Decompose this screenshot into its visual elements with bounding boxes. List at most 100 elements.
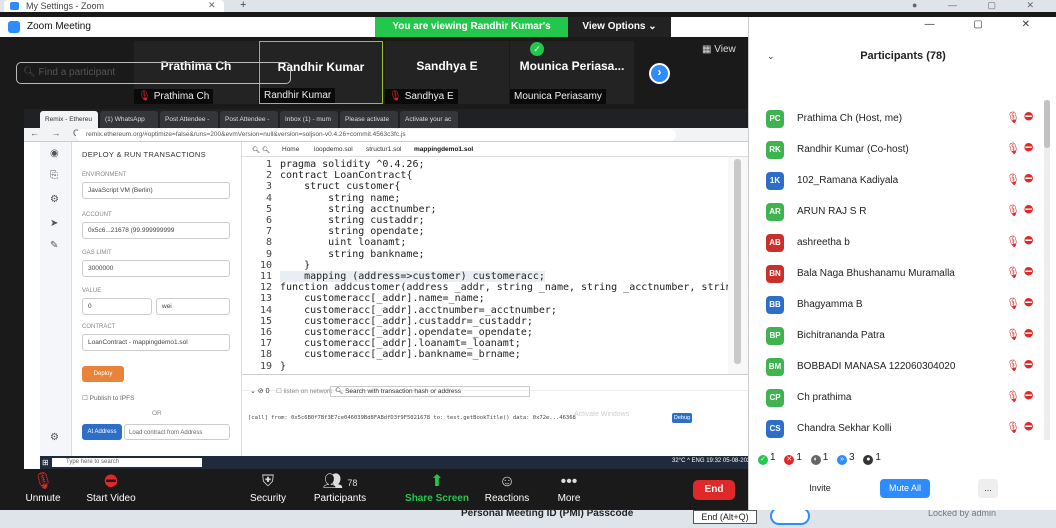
muted-mic-icon: 🎙︎ [1006,174,1020,186]
share-screen-button[interactable]: ⬆ Share Screen [402,473,472,504]
taskbar-search[interactable]: Type here to search [52,458,202,467]
code-editor[interactable]: 1 pragma solidity ^0.4.26; 2 contract LoanC… [242,157,728,374]
editor-tab[interactable]: loopdemo.sol [314,146,353,153]
participant-name: ashreetha b [797,237,850,248]
participant-row[interactable]: BP Bichitrananda Patra 🎙︎ ⛔︎ [760,323,1043,351]
remix-logo-icon[interactable]: ◉ [50,148,62,160]
participant-scrollbar[interactable] [1044,100,1050,440]
editor-scrollbar[interactable] [728,157,748,374]
participant-row[interactable]: AR ARUN RAJ S R 🎙︎ ⛔︎ [760,199,1043,227]
account-select[interactable]: 0x5c6...21678 (99.999999999 [82,222,230,239]
code-line[interactable]: string opendate; [280,226,424,237]
participant-row[interactable]: CS Chandra Sekhar Kolli 🎙︎ ⛔︎ [760,416,1043,444]
unit-select[interactable]: wei [156,298,230,315]
participants-button[interactable]: 👥︎ 78 Participants [305,473,375,504]
view-options-button[interactable]: View Options ⌄ [568,17,671,37]
url-field[interactable]: remix.ethereum.org/#optimize=false&runs=… [76,129,676,141]
security-button[interactable]: ⛨ Security [233,473,303,504]
invite-button[interactable]: Invite [802,479,838,498]
code-line[interactable]: customeracc[_addr].name=_name; [280,293,485,304]
panel-window-controls[interactable]: — ▢ ✕ [925,19,1048,30]
participant-row[interactable]: BB Bhagyamma B 🎙︎ ⛔︎ [760,292,1043,320]
new-tab-icon[interactable]: + [240,0,246,11]
view-button[interactable]: ▦ View [702,44,736,55]
editor-tab-active[interactable]: mappingdemo1.sol [414,146,473,153]
close-tab-icon[interactable]: ✕ [208,0,216,11]
browser-tab[interactable]: My Settings - Zoom [4,0,224,12]
avatar: BP [766,327,784,345]
reactions-button[interactable]: ☺ Reactions [472,473,542,504]
thumbnail-sandhya[interactable]: Sandhya E 🎙︎ Sandhya E [385,41,509,104]
listen-checkbox[interactable]: ☐ listen on network [276,387,332,395]
code-line[interactable]: customeracc[_addr].opendate=_opendate; [280,327,533,338]
code-line[interactable]: customeracc[_addr].acctnumber=_acctnumbe… [280,305,557,316]
code-line[interactable]: uint loanamt; [280,237,406,248]
code-line[interactable]: } [280,260,310,271]
thumbnail-mounica[interactable]: Mounica Periasa... Mounica Periasamy [510,41,634,104]
participant-row[interactable]: RK Randhir Kumar (Co-host) 🎙︎ ⛔︎ [760,137,1043,165]
code-line[interactable]: struct customer{ [280,181,400,192]
mute-all-button[interactable]: Mute All [880,479,930,498]
participant-row[interactable]: BN Bala Naga Bhushanamu Muramalla 🎙︎ ⛔︎ [760,261,1043,289]
compiler-icon[interactable]: ⚙ [50,194,62,206]
more-button[interactable]: ••• More [534,473,604,504]
unmute-button[interactable]: 🎙︎ Unmute [8,473,78,504]
code-line[interactable]: contract LoanContract{ [280,170,412,181]
share-screen-icon: ⬆ [430,473,444,490]
start-video-button[interactable]: ⛔︎ Start Video [76,473,146,504]
code-line[interactable]: customeracc[_addr].custaddr=_custaddr; [280,316,533,327]
line-number: 7 [265,226,272,238]
participant-row[interactable]: BM BOBBADI MANASA 122060304020 🎙︎ ⛔︎ [760,354,1043,382]
chrome-tab[interactable]: Post Attendee - [220,111,278,128]
window-controls[interactable]: ● — ▢ ✕ [912,0,1048,11]
code-line[interactable]: string bankname; [280,249,424,260]
chrome-tab[interactable]: Activate your ac [400,111,458,128]
chrome-tab[interactable]: Remix - Ethereu [40,111,98,128]
file-explorer-icon[interactable]: ⎘ [50,170,62,182]
zoom-icons[interactable]: 🔍︎ 🔍︎ [252,146,270,154]
plugin-icon[interactable]: ✎ [50,240,62,252]
environment-select[interactable]: JavaScript VM (Berlin) [82,182,230,199]
code-line[interactable]: } [280,361,286,372]
next-page-icon[interactable]: › [649,63,670,84]
settings-gear-icon[interactable]: ⚙ [50,432,62,444]
code-line[interactable]: string custaddr; [280,215,424,226]
windows-start-icon[interactable]: ⊞ [42,458,49,467]
chrome-tab[interactable]: Post Attendee - [160,111,218,128]
chrome-tab[interactable]: Inbox (1) - mum [280,111,338,128]
terminal-search-input[interactable]: 🔍︎ Search with transaction hash or addre… [330,386,530,397]
participant-search-input[interactable]: 🔍︎ Find a participant [16,62,291,84]
load-address-input[interactable]: Load contract from Address [124,424,230,440]
chrome-tab[interactable]: Please activate [340,111,398,128]
code-line[interactable]: mapping (address=>customer) customeracc; [280,271,545,282]
code-line[interactable]: string acctnumber; [280,204,436,215]
chrome-tab[interactable]: (1) WhatsApp [100,111,158,128]
participant-scroll-thumb[interactable] [1044,100,1050,148]
participant-row[interactable]: AB ashreetha b 🎙︎ ⛔︎ [760,230,1043,258]
deploy-button[interactable]: Deploy [82,366,124,382]
status-count: 1 [822,452,829,463]
publish-checkbox[interactable]: ☐ Publish to IPFS [82,394,134,402]
participant-row[interactable]: CP Ch prathima 🎙︎ ⛔︎ [760,385,1043,413]
code-line[interactable]: customeracc[_addr].bankname=_brname; [280,349,521,360]
value-label: VALUE [82,288,102,294]
panel-more-button[interactable]: ... [978,479,998,498]
editor-tab[interactable]: structur1.sol [366,146,401,153]
code-line[interactable]: pragma solidity ^0.4.26; [280,159,425,170]
participant-row[interactable]: PC Prathima Ch (Host, me) 🎙︎ ⛔︎ [760,106,1043,134]
editor-tab[interactable]: Home [282,146,299,153]
code-line[interactable]: function addcustomer(address _addr, stri… [280,282,728,293]
editor-scroll-thumb[interactable] [734,159,741,364]
gas-limit-input[interactable]: 3000000 [82,260,230,277]
participant-row[interactable]: 1K 102_Ramana Kadiyala 🎙︎ ⛔︎ [760,168,1043,196]
at-address-button[interactable]: At Address [82,424,122,440]
contract-select[interactable]: LoanContract - mappingdemo1.sol [82,334,230,351]
deploy-icon[interactable]: ➤ [50,218,62,230]
value-input[interactable]: 0 [82,298,152,315]
view-label: View [714,44,736,55]
end-button[interactable]: End [693,480,735,500]
code-line[interactable]: customeracc[_addr].loanamt=_loanamt; [280,338,521,349]
code-line[interactable]: string name; [280,193,400,204]
pmi-passcode-label: Personal Meeting ID (PMI) Passcode [461,508,634,519]
debug-button[interactable]: Debug [672,413,692,423]
